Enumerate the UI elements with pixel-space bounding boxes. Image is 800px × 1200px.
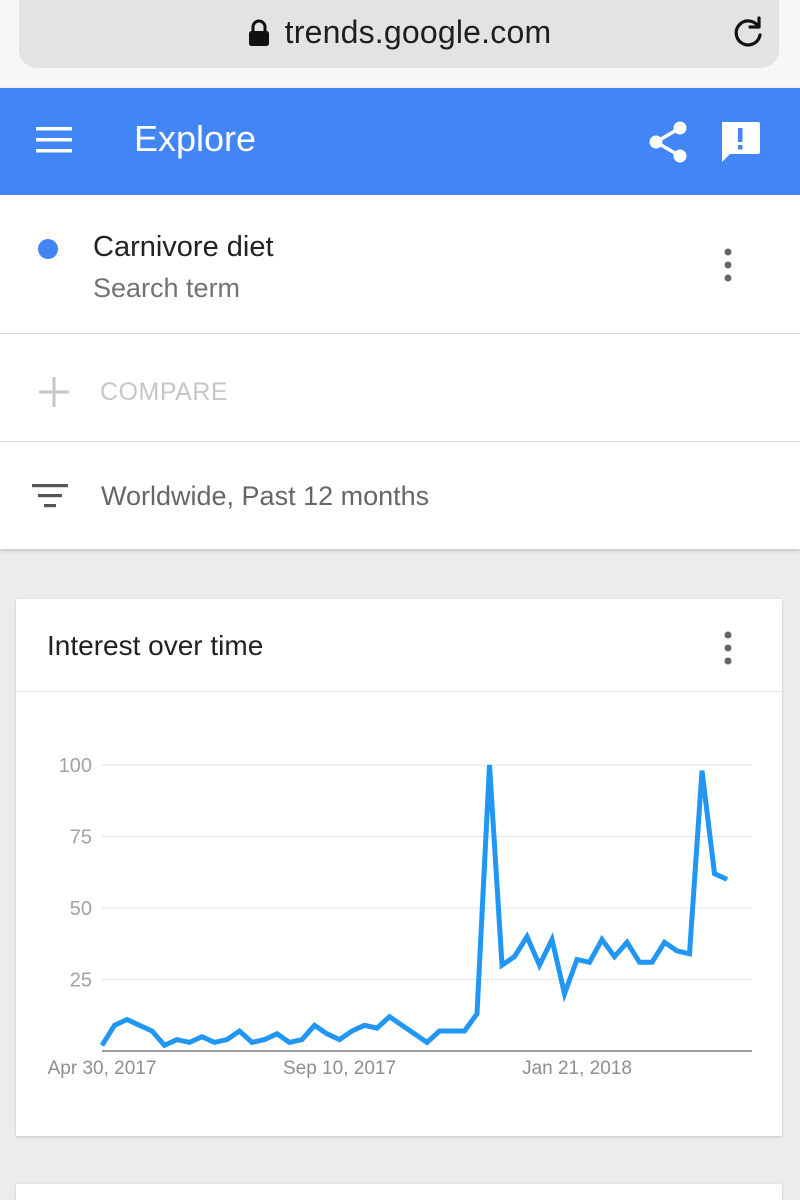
x-tick-label: Sep 10, 2017	[283, 1058, 396, 1079]
share-icon[interactable]	[648, 120, 688, 164]
data-point	[314, 1024, 315, 1026]
filter-summary[interactable]: Worldwide, Past 12 months	[101, 481, 429, 512]
url-text: trends.google.com	[284, 14, 552, 50]
data-point	[726, 878, 728, 880]
data-point	[251, 1041, 253, 1043]
page-title: Explore	[134, 118, 257, 159]
data-point	[439, 1030, 440, 1032]
data-point	[276, 1033, 278, 1035]
data-point	[239, 1030, 240, 1032]
lock-icon	[248, 19, 269, 46]
x-tick-label: Apr 30, 2017	[48, 1058, 157, 1079]
data-point	[339, 1039, 340, 1041]
reload-icon[interactable]	[731, 16, 765, 50]
interest-over-time-card: Interest over time 100 75 50 25 Apr 30, 2017…	[16, 599, 782, 1136]
data-point	[351, 1030, 353, 1032]
address-bar[interactable]: trends.google.com	[19, 0, 779, 68]
data-point	[676, 950, 678, 952]
search-panel: Carnivore diet Search term COMPARE World…	[0, 195, 800, 549]
data-point	[714, 873, 715, 875]
data-point	[101, 1044, 103, 1046]
divider	[0, 441, 800, 442]
data-point	[139, 1024, 140, 1026]
data-point	[651, 961, 653, 963]
data-point	[564, 993, 565, 995]
data-point	[414, 1033, 415, 1035]
data-point	[626, 941, 628, 943]
term-color-dot	[38, 239, 58, 259]
data-point	[114, 1024, 115, 1026]
data-point	[426, 1041, 428, 1043]
app-bar: Explore	[0, 88, 800, 195]
data-point	[701, 770, 703, 772]
data-point	[464, 1030, 465, 1032]
data-point	[601, 938, 603, 940]
search-term-name[interactable]: Carnivore diet	[93, 231, 274, 264]
plus-icon[interactable]	[38, 376, 70, 408]
data-point	[151, 1030, 153, 1032]
x-tick-label: Jan 21, 2018	[522, 1058, 632, 1079]
data-point	[689, 953, 690, 955]
more-vert-icon[interactable]	[722, 247, 734, 283]
browser-toolbar: trends.google.com	[0, 0, 800, 88]
data-point	[214, 1041, 215, 1043]
data-point	[551, 938, 553, 940]
data-point	[639, 961, 640, 963]
data-point	[614, 956, 615, 958]
data-point	[451, 1030, 453, 1032]
data-point	[301, 1039, 303, 1041]
data-point	[476, 1013, 478, 1015]
divider	[0, 333, 800, 334]
data-point	[501, 964, 503, 966]
series-line-carnivore-diet	[99, 764, 729, 1049]
y-tick-label: 25	[70, 970, 92, 992]
data-point	[164, 1044, 165, 1046]
data-point	[526, 936, 528, 938]
menu-icon[interactable]	[36, 126, 74, 154]
data-point	[489, 764, 490, 766]
data-point	[576, 958, 578, 960]
data-point	[514, 956, 515, 958]
data-point	[126, 1019, 128, 1021]
y-tick-label: 50	[70, 898, 92, 920]
interest-line-chart: 100 75 50 25 Apr 30, 2017 Sep 10, 2017 Jan 21,…	[48, 755, 752, 1079]
data-point	[401, 1024, 403, 1026]
filter-icon[interactable]	[32, 483, 68, 509]
data-point	[226, 1039, 228, 1041]
data-point	[364, 1024, 365, 1026]
data-point	[176, 1039, 178, 1041]
compare-button[interactable]: COMPARE	[100, 378, 228, 407]
data-point	[326, 1033, 328, 1035]
y-tick-label: 75	[70, 827, 92, 849]
data-point	[201, 1036, 203, 1038]
data-point	[664, 941, 665, 943]
next-card	[16, 1184, 782, 1200]
data-point	[264, 1039, 265, 1041]
y-tick-label: 100	[59, 755, 92, 777]
data-point	[389, 1016, 390, 1018]
data-point	[289, 1041, 290, 1043]
data-point	[376, 1027, 378, 1029]
search-term-type: Search term	[93, 273, 241, 303]
data-point	[189, 1041, 190, 1043]
data-point	[539, 964, 540, 966]
data-point	[589, 961, 590, 963]
feedback-icon[interactable]	[718, 120, 762, 164]
